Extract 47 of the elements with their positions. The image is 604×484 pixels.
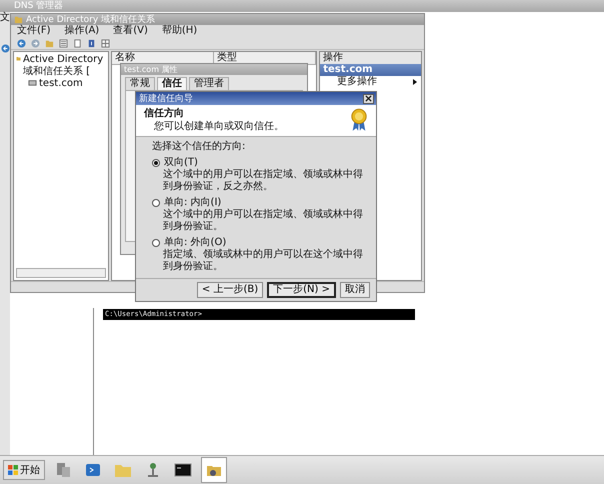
actions-title: 操作 (320, 52, 421, 64)
windows-logo-icon (8, 465, 18, 475)
tab[interactable]: 信任 (157, 77, 187, 90)
radio-label[interactable]: 单向: 内向(I) (164, 197, 222, 209)
list-view-icon[interactable] (59, 38, 68, 48)
folder-icon (14, 15, 23, 24)
wizard-heading: 信任方向 (144, 108, 185, 120)
dialog-button[interactable]: < 上一步(B) (196, 282, 264, 298)
dialog-button[interactable]: 下一步(N) > (267, 282, 336, 298)
menu-item[interactable]: 操作(A) (64, 25, 100, 37)
option-description: 这个域中的用户可以在指定域、领域或林中得到身份验证，反之亦然。 (162, 169, 364, 193)
prompt-text: 选择这个信任的方向: (152, 141, 246, 153)
radio-label[interactable]: 双向(T) (164, 157, 198, 169)
radio-label[interactable]: 单向: 外向(O) (164, 237, 226, 249)
menu-item[interactable]: 帮助(H) (162, 25, 198, 37)
tree-item[interactable]: test.com (39, 78, 83, 90)
radio-button[interactable] (152, 159, 160, 167)
medal-icon (350, 108, 368, 132)
close-button[interactable] (363, 94, 374, 104)
tab[interactable]: 常规 (125, 77, 155, 90)
back-arrow-icon[interactable] (17, 38, 26, 48)
window-title: Active Directory 域和信任关系 (26, 14, 156, 24)
submenu-arrow-icon (413, 79, 417, 85)
tab[interactable]: 管理者 (189, 77, 229, 90)
wizard-subheading: 您可以创建单向或双向信任。 (153, 121, 284, 133)
grid-icon[interactable] (101, 38, 110, 48)
option-description: 指定域、领域或林中的用户可以在这个域中得到身份验证。 (162, 249, 364, 273)
start-button[interactable]: 开始 (3, 460, 45, 480)
dialog-button[interactable]: 取消 (340, 282, 370, 298)
folder-icon (16, 54, 21, 63)
dialog-title: 新建信任向导 (139, 92, 193, 104)
dialog-title: test.com 属性 (124, 64, 178, 76)
menu-item[interactable]: 查看(V) (113, 25, 148, 37)
scroll-bar[interactable] (16, 268, 106, 278)
menu-fragment: 文 (0, 12, 10, 24)
window-title: DNS 管理器 (14, 0, 64, 12)
directory-tool-icon[interactable] (201, 457, 227, 483)
back-arrow-icon[interactable] (0, 44, 10, 53)
action-item[interactable]: 更多操作 (320, 76, 380, 88)
option-description: 这个域中的用户可以在指定域、领域或林中得到身份验证。 (162, 209, 364, 233)
close-icon (365, 95, 372, 102)
radio-button[interactable] (152, 239, 160, 247)
page-icon[interactable] (73, 38, 82, 48)
menu-item[interactable]: 文件(F) (17, 25, 51, 37)
actions-section-header[interactable]: test.com (320, 64, 421, 76)
forward-arrow-icon[interactable] (31, 38, 40, 48)
radio-button[interactable] (152, 199, 160, 207)
